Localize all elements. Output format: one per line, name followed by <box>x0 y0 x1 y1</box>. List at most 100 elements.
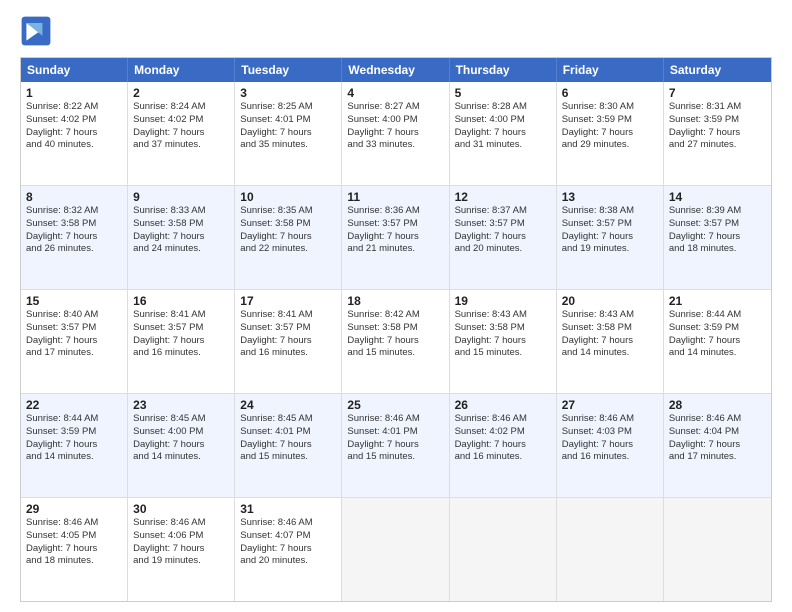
calendar: SundayMondayTuesdayWednesdayThursdayFrid… <box>20 57 772 602</box>
cell-line: Daylight: 7 hours <box>347 127 443 140</box>
cal-cell-empty <box>557 498 664 601</box>
cell-line: Sunrise: 8:24 AM <box>133 101 229 114</box>
calendar-row-0: 1Sunrise: 8:22 AMSunset: 4:02 PMDaylight… <box>21 82 771 185</box>
header-day-sunday: Sunday <box>21 58 128 82</box>
cal-cell-day-31: 31Sunrise: 8:46 AMSunset: 4:07 PMDayligh… <box>235 498 342 601</box>
day-number: 8 <box>26 190 122 204</box>
cal-cell-day-16: 16Sunrise: 8:41 AMSunset: 3:57 PMDayligh… <box>128 290 235 393</box>
cell-line: Daylight: 7 hours <box>669 335 766 348</box>
day-number: 26 <box>455 398 551 412</box>
day-number: 28 <box>669 398 766 412</box>
cal-cell-day-20: 20Sunrise: 8:43 AMSunset: 3:58 PMDayligh… <box>557 290 664 393</box>
cell-line: and 29 minutes. <box>562 139 658 152</box>
cell-line: Sunset: 4:06 PM <box>133 530 229 543</box>
cell-line: and 14 minutes. <box>562 347 658 360</box>
day-number: 21 <box>669 294 766 308</box>
cell-line: Daylight: 7 hours <box>133 127 229 140</box>
header-day-thursday: Thursday <box>450 58 557 82</box>
cell-line: Sunrise: 8:41 AM <box>133 309 229 322</box>
cell-line: Sunrise: 8:31 AM <box>669 101 766 114</box>
cell-line: and 16 minutes. <box>240 347 336 360</box>
cell-line: Sunrise: 8:35 AM <box>240 205 336 218</box>
cell-line: Sunset: 4:02 PM <box>26 114 122 127</box>
cell-line: Daylight: 7 hours <box>240 127 336 140</box>
cell-line: and 40 minutes. <box>26 139 122 152</box>
cell-line: and 22 minutes. <box>240 243 336 256</box>
day-number: 25 <box>347 398 443 412</box>
cell-line: Sunset: 3:59 PM <box>26 426 122 439</box>
cell-line: and 35 minutes. <box>240 139 336 152</box>
cell-line: Sunrise: 8:27 AM <box>347 101 443 114</box>
day-number: 16 <box>133 294 229 308</box>
day-number: 11 <box>347 190 443 204</box>
cell-line: Sunrise: 8:46 AM <box>26 517 122 530</box>
cell-line: and 27 minutes. <box>669 139 766 152</box>
cell-line: Sunrise: 8:43 AM <box>455 309 551 322</box>
day-number: 6 <box>562 86 658 100</box>
cell-line: Sunrise: 8:40 AM <box>26 309 122 322</box>
cell-line: and 14 minutes. <box>133 451 229 464</box>
cell-line: Sunset: 3:58 PM <box>455 322 551 335</box>
day-number: 18 <box>347 294 443 308</box>
cell-line: Sunrise: 8:41 AM <box>240 309 336 322</box>
cell-line: Daylight: 7 hours <box>26 439 122 452</box>
cal-cell-day-17: 17Sunrise: 8:41 AMSunset: 3:57 PMDayligh… <box>235 290 342 393</box>
cell-line: Daylight: 7 hours <box>455 127 551 140</box>
cell-line: Daylight: 7 hours <box>133 335 229 348</box>
cell-line: and 19 minutes. <box>562 243 658 256</box>
cell-line: Daylight: 7 hours <box>455 231 551 244</box>
day-number: 1 <box>26 86 122 100</box>
cell-line: Sunset: 3:58 PM <box>133 218 229 231</box>
header-day-monday: Monday <box>128 58 235 82</box>
cell-line: Sunset: 3:57 PM <box>26 322 122 335</box>
day-number: 30 <box>133 502 229 516</box>
cal-cell-day-11: 11Sunrise: 8:36 AMSunset: 3:57 PMDayligh… <box>342 186 449 289</box>
calendar-row-4: 29Sunrise: 8:46 AMSunset: 4:05 PMDayligh… <box>21 497 771 601</box>
cal-cell-day-26: 26Sunrise: 8:46 AMSunset: 4:02 PMDayligh… <box>450 394 557 497</box>
cell-line: Sunset: 3:58 PM <box>26 218 122 231</box>
cell-line: Sunset: 4:02 PM <box>455 426 551 439</box>
day-number: 4 <box>347 86 443 100</box>
cell-line: Sunset: 4:00 PM <box>455 114 551 127</box>
cell-line: and 33 minutes. <box>347 139 443 152</box>
cell-line: Daylight: 7 hours <box>669 439 766 452</box>
cal-cell-day-14: 14Sunrise: 8:39 AMSunset: 3:57 PMDayligh… <box>664 186 771 289</box>
cell-line: Sunrise: 8:46 AM <box>669 413 766 426</box>
cell-line: Sunrise: 8:45 AM <box>133 413 229 426</box>
cell-line: and 17 minutes. <box>669 451 766 464</box>
cell-line: Sunrise: 8:36 AM <box>347 205 443 218</box>
cell-line: Sunset: 3:57 PM <box>669 218 766 231</box>
cell-line: Sunset: 3:58 PM <box>562 322 658 335</box>
cell-line: and 15 minutes. <box>347 451 443 464</box>
cell-line: Sunrise: 8:33 AM <box>133 205 229 218</box>
cell-line: Sunrise: 8:46 AM <box>347 413 443 426</box>
cal-cell-day-4: 4Sunrise: 8:27 AMSunset: 4:00 PMDaylight… <box>342 82 449 185</box>
day-number: 14 <box>669 190 766 204</box>
cell-line: Sunset: 4:01 PM <box>240 114 336 127</box>
cal-cell-day-22: 22Sunrise: 8:44 AMSunset: 3:59 PMDayligh… <box>21 394 128 497</box>
cell-line: Daylight: 7 hours <box>562 335 658 348</box>
cell-line: Sunset: 3:58 PM <box>240 218 336 231</box>
cell-line: and 14 minutes. <box>26 451 122 464</box>
cell-line: Sunset: 3:58 PM <box>347 322 443 335</box>
cell-line: Daylight: 7 hours <box>240 231 336 244</box>
day-number: 19 <box>455 294 551 308</box>
cal-cell-day-30: 30Sunrise: 8:46 AMSunset: 4:06 PMDayligh… <box>128 498 235 601</box>
cal-cell-day-10: 10Sunrise: 8:35 AMSunset: 3:58 PMDayligh… <box>235 186 342 289</box>
cell-line: Sunrise: 8:25 AM <box>240 101 336 114</box>
cell-line: and 20 minutes. <box>240 555 336 568</box>
cal-cell-day-6: 6Sunrise: 8:30 AMSunset: 3:59 PMDaylight… <box>557 82 664 185</box>
day-number: 13 <box>562 190 658 204</box>
cell-line: and 21 minutes. <box>347 243 443 256</box>
cell-line: Sunrise: 8:46 AM <box>562 413 658 426</box>
cell-line: Sunrise: 8:43 AM <box>562 309 658 322</box>
cell-line: and 16 minutes. <box>133 347 229 360</box>
cal-cell-empty <box>450 498 557 601</box>
cell-line: Sunset: 4:01 PM <box>240 426 336 439</box>
cell-line: Sunset: 4:00 PM <box>133 426 229 439</box>
cell-line: Sunset: 4:01 PM <box>347 426 443 439</box>
day-number: 29 <box>26 502 122 516</box>
day-number: 20 <box>562 294 658 308</box>
cal-cell-day-28: 28Sunrise: 8:46 AMSunset: 4:04 PMDayligh… <box>664 394 771 497</box>
cal-cell-day-25: 25Sunrise: 8:46 AMSunset: 4:01 PMDayligh… <box>342 394 449 497</box>
